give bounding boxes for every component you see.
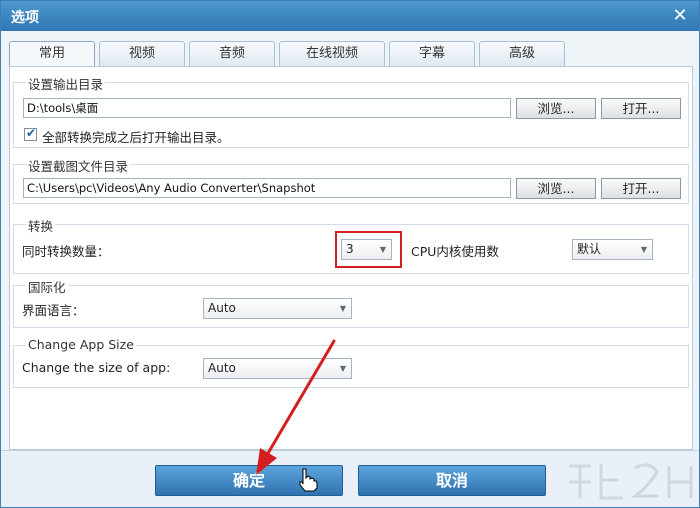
- snapshot-dir-title: 设置截图文件目录: [26, 156, 131, 175]
- app-size-title: Change App Size: [26, 337, 136, 352]
- simultaneous-label: 同时转换数量：: [22, 244, 110, 259]
- open-after-checkbox[interactable]: ✔: [24, 126, 37, 141]
- cancel-button[interactable]: 取消: [358, 465, 546, 496]
- window-title: 选项: [11, 10, 39, 26]
- snapshot-browse-button[interactable]: 浏览...: [516, 178, 596, 199]
- size-value: Auto: [208, 361, 236, 375]
- snapshot-open-button[interactable]: 打开...: [601, 178, 681, 199]
- options-dialog: 选项 ✕ 常用 视频 音频 在线视频 字幕 高级 设置输出目录 D:\tools…: [0, 0, 700, 508]
- tab-subtitle[interactable]: 字幕: [389, 41, 475, 67]
- watermark-logo: [569, 463, 693, 500]
- cpu-label: CPU内核使用数: [411, 244, 499, 259]
- output-dir-input[interactable]: D:\tools\桌面: [23, 98, 511, 118]
- i18n-group: 国际化 界面语言： Auto ▼: [13, 277, 689, 328]
- tab-advanced[interactable]: 高级: [479, 41, 565, 67]
- size-select[interactable]: Auto ▼: [203, 358, 352, 379]
- tab-online-video[interactable]: 在线视频: [279, 41, 385, 67]
- simultaneous-select[interactable]: 3 ▼: [341, 239, 392, 260]
- snapshot-dir-input[interactable]: C:\Users\pc\Videos\Any Audio Converter\S…: [23, 178, 511, 198]
- tab-video[interactable]: 视频: [99, 41, 185, 67]
- cpu-value: 默认: [577, 242, 602, 256]
- i18n-title: 国际化: [26, 277, 68, 296]
- language-value: Auto: [208, 301, 236, 315]
- tab-general[interactable]: 常用: [9, 41, 95, 68]
- output-browse-button[interactable]: 浏览...: [516, 98, 596, 119]
- chevron-down-icon: ▼: [640, 245, 647, 254]
- language-label: 界面语言：: [22, 303, 85, 318]
- hand-cursor-icon: [299, 468, 318, 492]
- tab-audio[interactable]: 音频: [189, 41, 275, 67]
- title-bar: 选项 ✕: [1, 1, 699, 31]
- app-size-group: Change App Size Change the size of app: …: [13, 337, 689, 388]
- chevron-down-icon: ▼: [339, 364, 346, 373]
- checkmark-icon: ✔: [26, 126, 37, 140]
- close-icon[interactable]: ✕: [669, 5, 691, 27]
- cpu-select[interactable]: 默认 ▼: [572, 239, 653, 260]
- output-open-button[interactable]: 打开...: [601, 98, 681, 119]
- open-after-label: 全部转换完成之后打开输出目录。: [42, 130, 230, 145]
- size-label: Change the size of app:: [22, 360, 171, 375]
- chevron-down-icon: ▼: [379, 245, 386, 254]
- simultaneous-value: 3: [346, 242, 354, 256]
- chevron-down-icon: ▼: [339, 304, 346, 313]
- convert-group: 转换 同时转换数量： 3 ▼ CPU内核使用数 默认 ▼: [13, 216, 689, 274]
- language-select[interactable]: Auto ▼: [203, 298, 352, 319]
- convert-title: 转换: [26, 216, 56, 235]
- tab-content-general: 设置输出目录 D:\tools\桌面 浏览... 打开... ✔ 全部转换完成之…: [9, 66, 693, 450]
- snapshot-dir-group: 设置截图文件目录 C:\Users\pc\Videos\Any Audio Co…: [13, 156, 689, 204]
- output-dir-group: 设置输出目录 D:\tools\桌面 浏览... 打开... ✔ 全部转换完成之…: [13, 74, 689, 148]
- output-dir-title: 设置输出目录: [26, 74, 106, 93]
